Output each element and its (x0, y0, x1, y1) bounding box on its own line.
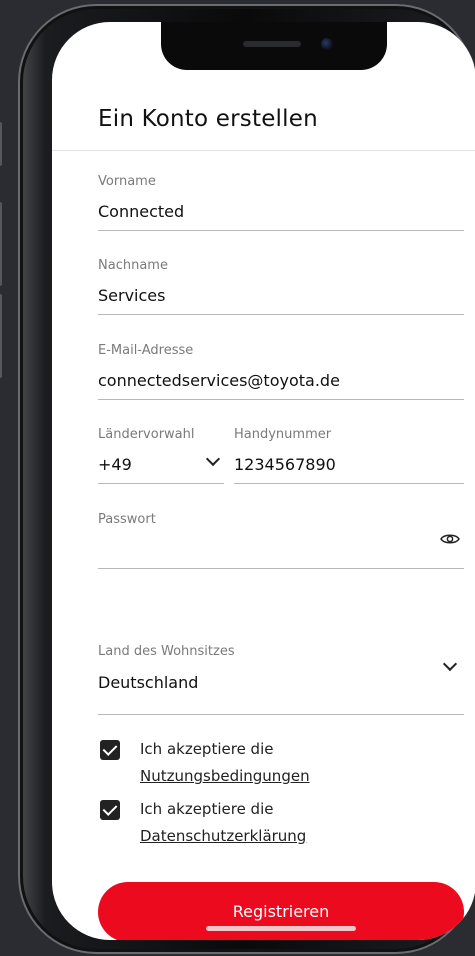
password-field[interactable] (98, 540, 428, 562)
privacy-text: Ich akzeptiere die (140, 800, 274, 818)
last-name-label: Nachname (98, 258, 168, 273)
terms-link[interactable]: Nutzungsbedingungen (140, 767, 310, 785)
title-divider (52, 150, 475, 151)
page-title: Ein Konto erstellen (98, 106, 318, 132)
notch (161, 22, 387, 70)
mobile-underline (234, 483, 464, 484)
last-name-field[interactable]: Services (98, 286, 165, 305)
residence-select[interactable]: Deutschland (98, 673, 198, 692)
country-code-select[interactable]: +49 (98, 455, 132, 474)
last-name-underline (98, 314, 464, 315)
chevron-down-icon[interactable] (205, 451, 221, 467)
home-indicator (206, 926, 356, 931)
app-screen: Ein Konto erstellen Vorname Connected Na… (52, 22, 475, 940)
email-label: E-Mail-Adresse (98, 343, 194, 358)
mobile-number-field[interactable]: 1234567890 (234, 455, 336, 474)
front-camera-icon (321, 38, 333, 50)
volume-down-button (0, 294, 2, 378)
speaker-grille (243, 41, 301, 47)
privacy-link[interactable]: Datenschutzerklärung (140, 827, 306, 845)
country-code-label: Ländervorwahl (98, 427, 195, 442)
first-name-label: Vorname (98, 174, 156, 189)
mute-switch (0, 122, 2, 166)
residence-underline (98, 714, 464, 715)
register-button[interactable]: Registrieren (98, 882, 464, 940)
password-underline (98, 568, 464, 569)
volume-up-button (0, 202, 2, 286)
residence-label: Land des Wohnsitzes (98, 644, 235, 659)
password-label: Passwort (98, 512, 156, 527)
terms-checkbox[interactable] (100, 740, 120, 760)
country-code-underline (98, 483, 224, 484)
email-field[interactable]: connectedservices@toyota.de (98, 371, 340, 390)
terms-text: Ich akzeptiere die (140, 740, 274, 758)
phone-frame: Ein Konto erstellen Vorname Connected Na… (0, 4, 475, 954)
chevron-down-icon[interactable] (442, 656, 458, 672)
first-name-underline (98, 230, 464, 231)
privacy-checkbox[interactable] (100, 800, 120, 820)
mobile-label: Handynummer (234, 427, 332, 442)
email-underline (98, 399, 464, 400)
show-password-eye-icon[interactable] (440, 532, 460, 546)
first-name-field[interactable]: Connected (98, 202, 184, 221)
